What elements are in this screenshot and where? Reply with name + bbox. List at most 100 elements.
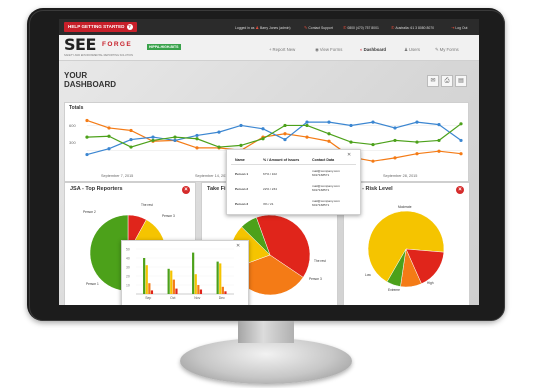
reporters-table-popup: ✕ Name % / Amount of Issues Contact Data… bbox=[226, 149, 361, 215]
bar-nov-1 bbox=[192, 252, 195, 294]
nav-view-forms[interactable]: ◉View Forms bbox=[315, 46, 342, 54]
totals-data-point bbox=[261, 127, 265, 131]
totals-data-point bbox=[129, 128, 133, 133]
totals-data-point bbox=[195, 146, 199, 150]
monitor-base bbox=[180, 338, 352, 384]
totals-data-point bbox=[283, 123, 287, 128]
bar-dec-2 bbox=[219, 263, 222, 294]
totals-data-point bbox=[173, 138, 177, 143]
eye-icon: ◉ bbox=[315, 47, 319, 52]
bar-y-tick: 40 bbox=[126, 256, 130, 260]
risk-label-moderate: Moderate bbox=[398, 205, 412, 209]
bar-nov-4 bbox=[199, 289, 203, 294]
totals-data-point bbox=[283, 137, 287, 142]
dashboard-icon: ◐ bbox=[360, 47, 363, 52]
totals-y-tick-300: 300 bbox=[69, 140, 76, 145]
bar-oct-4 bbox=[175, 288, 178, 294]
totals-data-point bbox=[151, 138, 155, 143]
bar-x-tick: Nov bbox=[194, 296, 200, 300]
getting-started-button[interactable]: HELP GETTING STARTED? bbox=[64, 22, 137, 32]
page-title-line2: DASHBOARD bbox=[64, 80, 116, 89]
pdf-icon[interactable]: ▤ bbox=[455, 75, 467, 87]
table-row-1-phone: 6017168571 bbox=[312, 172, 330, 177]
table-row-3-name: Person 3 bbox=[235, 202, 249, 206]
table-row-3-phone: 6017168571 bbox=[312, 202, 330, 207]
logo[interactable]: SEE bbox=[64, 36, 96, 54]
totals-data-point bbox=[371, 159, 375, 163]
totals-data-point bbox=[437, 138, 441, 143]
page-title-line1: YOUR bbox=[64, 71, 88, 80]
table-row-1-name: Person 1 bbox=[235, 172, 249, 176]
totals-data-point bbox=[85, 118, 89, 123]
totals-data-point bbox=[349, 140, 353, 144]
bar-x-tick: Oct bbox=[170, 296, 175, 300]
bar-sep-2 bbox=[145, 265, 148, 294]
totals-data-point bbox=[85, 152, 89, 157]
nav-users[interactable]: ♟Users bbox=[404, 46, 420, 54]
totals-data-point bbox=[107, 126, 111, 130]
risk-label-high: High bbox=[427, 281, 434, 285]
take-label-person-3: Person 3 bbox=[309, 277, 322, 281]
totals-data-point bbox=[349, 123, 353, 128]
table-header-contact: Contact Data bbox=[312, 158, 335, 162]
nav-dashboard[interactable]: ◐Dashboard bbox=[360, 46, 386, 54]
take-label-the-rest: The rest bbox=[314, 259, 326, 263]
email-icon[interactable]: ✉ bbox=[427, 75, 439, 87]
table-divider bbox=[231, 164, 356, 165]
bar-sep-1 bbox=[143, 258, 146, 294]
totals-data-point bbox=[327, 132, 331, 136]
nav-view-forms-label: View Forms bbox=[319, 47, 343, 52]
close-icon[interactable]: ✕ bbox=[347, 152, 351, 158]
totals-data-point bbox=[415, 140, 419, 144]
totals-data-point bbox=[415, 152, 419, 156]
nav-report-new[interactable]: +Report New bbox=[269, 46, 295, 54]
bar-dec-3 bbox=[221, 286, 224, 294]
totals-data-point bbox=[327, 139, 331, 143]
totals-data-point bbox=[151, 135, 155, 139]
totals-x-tick-sep28: September 28, 2015 bbox=[383, 174, 417, 178]
totals-data-point bbox=[283, 132, 287, 136]
nav-my-forms-label: My Forms bbox=[439, 47, 459, 52]
totals-data-point bbox=[437, 149, 441, 153]
totals-data-point bbox=[195, 137, 199, 141]
user-name: Barry Jones (admin) bbox=[259, 26, 291, 30]
totals-x-tick-sep14: September 14, 2015 bbox=[195, 174, 229, 178]
table-row-2-name: Person 2 bbox=[235, 187, 249, 191]
risk-level-card: ards - Risk Level × Moderate Low Extreme… bbox=[343, 182, 470, 305]
nav-dashboard-label: Dashboard bbox=[363, 47, 387, 52]
page-title: YOUR DASHBOARD bbox=[64, 71, 144, 89]
bar-chart-popup: ✕ 50 40 30 20 10 Sep Oct Nov Dec bbox=[121, 240, 249, 305]
phone-australia: ✆Australia: 61 3 8080 8070 bbox=[391, 24, 434, 31]
bar-sep-4 bbox=[150, 290, 154, 294]
bar-y-tick: 50 bbox=[126, 247, 130, 251]
pencil-icon: ✎ bbox=[435, 47, 439, 52]
jsa-label-person-2: Person 2 bbox=[83, 210, 96, 214]
logout-link[interactable]: ⇥Log Out bbox=[451, 24, 467, 31]
phone-us-number: 0800 (470) 757 8001 bbox=[347, 26, 379, 30]
wrench-icon: ✎ bbox=[304, 25, 308, 30]
bar-y-tick: 20 bbox=[126, 274, 130, 278]
totals-data-point bbox=[107, 147, 111, 151]
logo-forge: FORGE bbox=[102, 41, 133, 48]
contact-support-label: Contact Support bbox=[308, 26, 333, 30]
bar-dec-4 bbox=[224, 291, 227, 294]
print-icon[interactable]: ⎙ bbox=[441, 75, 453, 87]
nav-my-forms[interactable]: ✎My Forms bbox=[435, 46, 459, 54]
users-icon: ♟ bbox=[404, 47, 408, 52]
totals-y-tick-600: 600 bbox=[69, 123, 76, 128]
phone-us: ✆0800 (470) 757 8001 bbox=[343, 24, 379, 31]
help-icon: ? bbox=[126, 23, 133, 30]
totals-data-point bbox=[393, 138, 397, 143]
totals-data-point bbox=[107, 134, 111, 138]
phone-icon: ✆ bbox=[343, 25, 347, 30]
logged-in-label: Logged in as bbox=[235, 26, 255, 30]
monthly-bar-chart: 50 40 30 20 10 Sep Oct Nov Dec bbox=[126, 247, 234, 300]
bar-oct-1 bbox=[167, 268, 170, 294]
contact-support-link[interactable]: ✎Contact Support bbox=[304, 24, 333, 31]
totals-data-point bbox=[173, 135, 177, 139]
table-row-3-contact: mail@company.com 6017168571 bbox=[312, 199, 340, 207]
bar-x-tick: Dec bbox=[219, 296, 225, 300]
logo-tagline: SAFETY AND ENVIRONMENTAL REPORTING SOLUT… bbox=[64, 54, 133, 57]
table-row-1-issues: 67% / 102 bbox=[263, 172, 277, 176]
table-header-name: Name bbox=[235, 158, 245, 162]
